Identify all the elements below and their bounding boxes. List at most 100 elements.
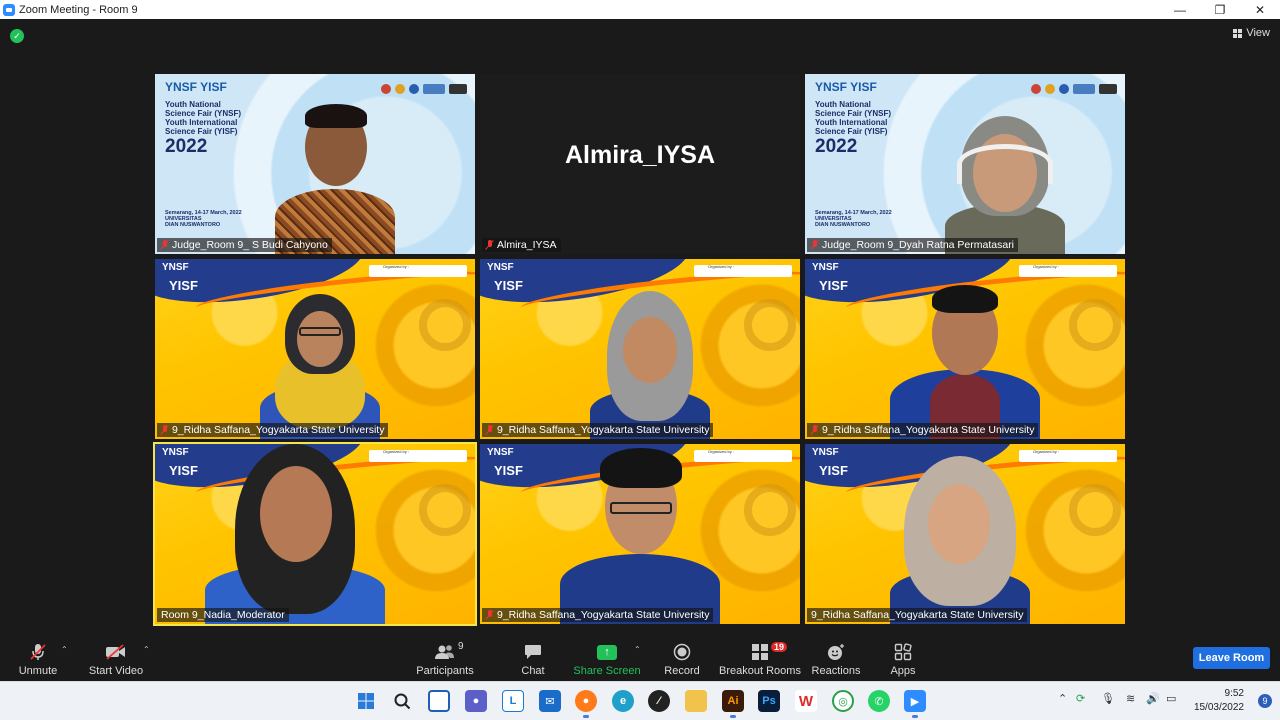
meeting-toolbar: Unmute ⌃ Start Video ⌃ 9 Participants Ch… (0, 639, 1280, 681)
window-title-bar: Zoom Meeting - Room 9 — ❐ ✕ (0, 0, 1280, 19)
chat-button[interactable]: Chat (513, 639, 553, 681)
event-year: 2022 (165, 136, 208, 157)
reactions-button[interactable]: Reactions (811, 639, 861, 681)
meeting-area: ✓ View YNSF YISF Youth National Science F… (0, 19, 1280, 639)
task-view-icon[interactable] (428, 690, 450, 712)
participant-video (255, 289, 385, 439)
ynsf-logo: YNSF (487, 262, 514, 273)
tray-overflow-chevron-icon[interactable]: ⌃ (1058, 692, 1067, 705)
illustrator-icon[interactable]: Ai (722, 690, 744, 718)
ynsf-logo: YNSF YISF (165, 80, 227, 94)
video-tile-student-4[interactable]: YNSF YISF Organized by : 9_Ridha Saffana… (480, 444, 800, 624)
yisf-logo: YISF (169, 463, 198, 478)
yisf-logo: YISF (819, 278, 848, 293)
grid-icon (1233, 28, 1243, 38)
video-tile-judge-dyah[interactable]: YNSF YISF Youth National Science Fair (YN… (805, 74, 1125, 254)
muted-mic-icon (811, 425, 819, 435)
muted-mic-icon (161, 240, 169, 250)
windows-start-icon[interactable] (355, 690, 377, 712)
windows-taskbar: ● L ✉ ● e ⁄ Ai Ps W ◎ ✆ ▶ ⌃ ⟳ 🎙 ≋ 🔊 ▭ 9:… (0, 681, 1280, 720)
organizer-logos: Organized by : (369, 264, 467, 277)
participant-video (265, 104, 405, 254)
ynsf-logo: YNSF (812, 447, 839, 458)
notification-badge[interactable]: 9 (1258, 694, 1272, 708)
muted-mic-icon (161, 425, 169, 435)
participant-display-name: Almira_IYSA (564, 140, 716, 169)
edge-icon[interactable]: e (612, 690, 634, 712)
photoshop-icon[interactable]: Ps (758, 690, 780, 712)
wifi-icon[interactable]: ≋ (1126, 692, 1135, 705)
ynsf-logo: YNSF (162, 262, 189, 273)
event-year: 2022 (815, 136, 858, 157)
zoom-taskbar-icon[interactable]: ▶ (904, 690, 926, 718)
ynsf-logo: YNSF (487, 447, 514, 458)
video-tile-student-3[interactable]: YNSF YISF Organized by : 9_Ridha Saffana… (805, 259, 1125, 439)
view-button[interactable]: View (1233, 27, 1270, 39)
zoom-app-icon (3, 3, 15, 16)
unmute-button[interactable]: Unmute (18, 639, 58, 681)
close-button[interactable]: ✕ (1240, 0, 1280, 19)
sponsor-logos (1031, 84, 1117, 94)
start-video-button[interactable]: Start Video (86, 639, 146, 681)
window-title: Zoom Meeting - Room 9 (19, 3, 138, 16)
microphone-tray-icon[interactable]: 🎙 (1101, 692, 1115, 705)
wps-office-icon[interactable]: W (795, 690, 817, 712)
participants-icon: 9 (434, 641, 464, 661)
apps-button[interactable]: Apps (883, 639, 923, 681)
battery-icon[interactable]: ▭ (1166, 692, 1176, 705)
minimize-button[interactable]: — (1160, 0, 1200, 19)
teams-chat-icon[interactable]: ● (465, 690, 487, 712)
file-explorer-icon[interactable] (685, 690, 707, 712)
participant-video (890, 454, 1030, 624)
record-button[interactable]: Record (660, 639, 704, 681)
participants-button[interactable]: 9 Participants (415, 639, 475, 681)
apps-icon (892, 643, 914, 661)
breakout-rooms-icon: 19 (749, 642, 787, 661)
security-shield-icon[interactable]: ✓ (10, 29, 24, 43)
video-options-caret-icon[interactable]: ⌃ (143, 645, 150, 654)
lync-app-icon[interactable]: L (502, 690, 524, 712)
chrome-canary-icon[interactable]: ◎ (832, 690, 854, 712)
smiley-plus-icon (825, 643, 847, 661)
mail-icon[interactable]: ✉ (539, 690, 561, 712)
sync-icon[interactable]: ⟳ (1076, 692, 1085, 705)
breakout-rooms-button[interactable]: 19 Breakout Rooms (719, 639, 801, 681)
video-tile-student-5[interactable]: YNSF YISF Organized by : 9_Ridha Saffana… (805, 444, 1125, 624)
organizer-logos: Organized by : (1019, 264, 1117, 277)
view-label: View (1246, 27, 1270, 39)
firefox-icon[interactable]: ● (575, 690, 597, 718)
share-screen-button[interactable]: ↑ Share Screen (572, 639, 642, 681)
share-options-caret-icon[interactable]: ⌃ (634, 645, 641, 654)
event-title: Youth National Science Fair (YNSF) Youth I… (165, 100, 242, 136)
breakout-badge: 19 (770, 642, 787, 652)
yisf-logo: YISF (819, 463, 848, 478)
share-screen-icon: ↑ (596, 643, 618, 661)
ynsf-logo: YNSF (162, 447, 189, 458)
video-tile-moderator-active-speaker[interactable]: YNSF YISF Organized by : Room 9_Nadia_Mo… (153, 442, 477, 626)
leave-room-button[interactable]: Leave Room (1193, 647, 1270, 669)
speaker-icon[interactable]: 🔊 (1146, 692, 1160, 705)
audio-options-caret-icon[interactable]: ⌃ (61, 645, 68, 654)
event-venue: Semarang, 14-17 March, 2022 UNIVERSITAS DI… (815, 210, 892, 228)
participant-nameplate: 9_Ridha Saffana_Yogyakarta State Univers… (482, 608, 714, 622)
search-icon[interactable] (391, 690, 413, 712)
ynsf-logo: YNSF (812, 262, 839, 273)
maximize-button[interactable]: ❐ (1200, 0, 1240, 19)
video-tile-student-2[interactable]: YNSF YISF Organized by : 9_Ridha Saffana… (480, 259, 800, 439)
video-tile-judge-budi[interactable]: YNSF YISF Youth National Science Fair (YN… (155, 74, 475, 254)
yisf-logo: YISF (494, 278, 523, 293)
participant-nameplate: Judge_Room 9_ S Budi Cahyono (157, 238, 332, 252)
participant-nameplate: Almira_IYSA (482, 238, 561, 252)
participant-nameplate: 9_Ridha Saffana_Yogyakarta State Univers… (807, 608, 1028, 622)
event-venue: Semarang, 14-17 March, 2022 UNIVERSITAS DI… (165, 210, 242, 228)
ynsf-logo: YNSF YISF (815, 80, 877, 94)
participant-video (560, 444, 720, 624)
organizer-logos: Organized by : (1019, 449, 1117, 462)
record-icon (671, 643, 693, 661)
system-clock[interactable]: 9:52 15/03/2022 (1194, 687, 1244, 715)
muted-mic-icon (486, 425, 494, 435)
video-tile-student-1[interactable]: YNSF YISF Organized by : 9_Ridha Saffana… (155, 259, 475, 439)
video-tile-almira[interactable]: Almira_IYSA Almira_IYSA (480, 74, 800, 254)
whatsapp-icon[interactable]: ✆ (868, 690, 890, 712)
zotero-icon[interactable]: ⁄ (648, 690, 670, 712)
